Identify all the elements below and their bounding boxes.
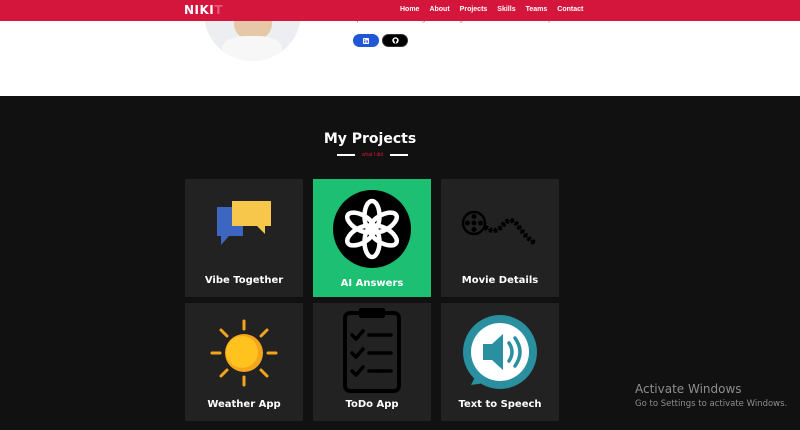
card-label: Vibe Together xyxy=(204,275,284,286)
project-card-todo-app[interactable]: ToDo App xyxy=(313,303,431,421)
project-card-text-to-speech[interactable]: Text to Speech xyxy=(441,303,559,421)
project-card-vibe-together[interactable]: Vibe Together xyxy=(185,179,303,297)
nav-links: Home About Projects Skills Teams Contact xyxy=(400,6,583,13)
projects-section-title: My Projects xyxy=(323,131,417,147)
project-card-movie-details[interactable]: Movie Details xyxy=(441,179,559,297)
card-label: AI Answers xyxy=(340,278,404,289)
nav-contact[interactable]: Contact xyxy=(557,6,583,13)
subtitle-divider-right xyxy=(390,154,408,156)
projects-subtitle: what I did xyxy=(361,152,384,158)
github-icon xyxy=(391,37,399,44)
openai-icon xyxy=(333,190,411,268)
project-card-ai-answers[interactable]: AI Answers xyxy=(313,179,431,297)
card-label: Movie Details xyxy=(461,275,539,286)
windows-activation-watermark: Activate Windows Go to Settings to activ… xyxy=(635,382,787,409)
speaker-icon xyxy=(463,315,537,389)
projects-subtitle-row: what I did xyxy=(337,151,408,159)
logo-text: NIKI xyxy=(184,3,215,17)
linkedin-icon xyxy=(363,37,369,44)
site-logo[interactable]: NIKIT xyxy=(184,3,223,17)
nav-home[interactable]: Home xyxy=(400,6,419,13)
github-button[interactable] xyxy=(382,34,408,47)
top-navbar: NIKIT Home About Projects Skills Teams C… xyxy=(0,0,800,21)
card-label: Text to Speech xyxy=(458,399,542,410)
nav-about[interactable]: About xyxy=(429,6,449,13)
nav-projects[interactable]: Projects xyxy=(460,6,488,13)
watermark-title: Activate Windows xyxy=(635,382,742,396)
clipboard-checklist-icon xyxy=(343,308,401,393)
sun-icon xyxy=(210,319,278,387)
project-card-weather-app[interactable]: Weather App xyxy=(185,303,303,421)
nav-skills[interactable]: Skills xyxy=(497,6,515,13)
subtitle-divider-left xyxy=(337,154,355,156)
card-label: ToDo App xyxy=(345,399,399,410)
card-label: Weather App xyxy=(207,399,281,410)
film-reel-icon xyxy=(461,210,537,246)
chat-bubbles-icon xyxy=(217,201,271,245)
logo-faded-text: T xyxy=(214,3,223,17)
watermark-subtitle: Go to Settings to activate Windows. xyxy=(635,399,788,409)
avatar-shirt xyxy=(222,36,282,61)
linkedin-button[interactable] xyxy=(353,34,379,47)
nav-teams[interactable]: Teams xyxy=(526,6,548,13)
